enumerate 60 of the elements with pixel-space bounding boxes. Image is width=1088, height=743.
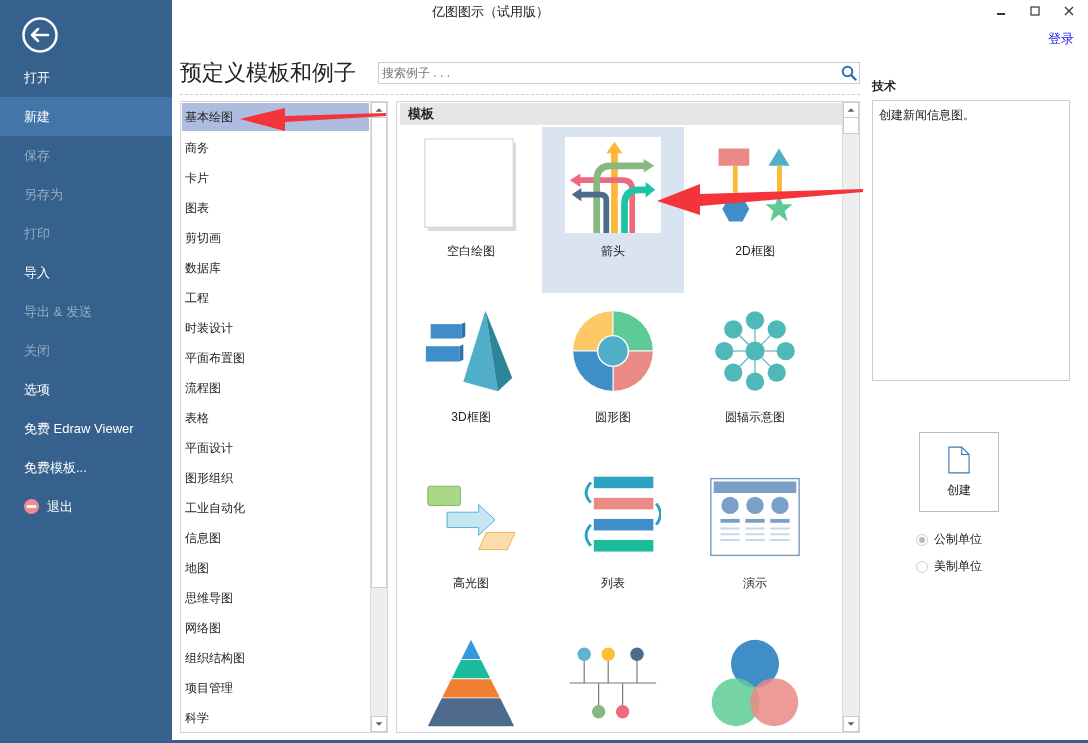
- unit-radio[interactable]: 美制单位: [916, 553, 1070, 580]
- description-text: 创建新闻信息图。: [879, 108, 975, 122]
- category-item[interactable]: 思维导图: [182, 583, 369, 613]
- template-item[interactable]: 圆形图: [542, 293, 684, 459]
- template-item[interactable]: 箭头: [542, 127, 684, 293]
- scroll-down-icon[interactable]: [371, 716, 387, 732]
- menu-item[interactable]: 新建: [0, 97, 172, 136]
- radio-icon[interactable]: [916, 533, 928, 546]
- category-item[interactable]: 商务: [182, 133, 369, 163]
- category-item[interactable]: 组织结构图: [182, 643, 369, 673]
- menu-item[interactable]: 免费 Edraw Viewer: [0, 409, 172, 448]
- scrollbar-thumb[interactable]: [843, 118, 859, 134]
- scrollbar[interactable]: [842, 102, 859, 732]
- document-icon: [948, 445, 970, 474]
- maximize-icon[interactable]: [1030, 6, 1040, 16]
- category-item[interactable]: 项目管理: [182, 673, 369, 703]
- category-item[interactable]: 平面布置图: [182, 343, 369, 373]
- radio-icon[interactable]: [916, 560, 928, 573]
- category-item[interactable]: 平面设计: [182, 433, 369, 463]
- unit-radio[interactable]: 公制单位: [916, 526, 1070, 553]
- category-item[interactable]: 流程图: [182, 373, 369, 403]
- category-item[interactable]: 网络图: [182, 613, 369, 643]
- template-item[interactable]: 列表: [542, 459, 684, 625]
- menu-item[interactable]: 免费模板...: [0, 448, 172, 487]
- template-item[interactable]: 高光图: [400, 459, 542, 625]
- category-item[interactable]: 时装设计: [182, 313, 369, 343]
- template-item[interactable]: 3D框图: [400, 293, 542, 459]
- menu-item[interactable]: 导入: [0, 253, 172, 292]
- template-item[interactable]: 圆辐示意图: [684, 293, 826, 459]
- search-field[interactable]: 搜索例子 . . .: [378, 62, 860, 84]
- category-item[interactable]: 剪切画: [182, 223, 369, 253]
- category-item[interactable]: 图形组织: [182, 463, 369, 493]
- window-title: 亿图图示（试用版）: [432, 3, 549, 21]
- page-heading: 预定义模板和例子: [180, 59, 356, 87]
- section-header: 模板: [400, 103, 842, 125]
- category-item[interactable]: 卡片: [182, 163, 369, 193]
- scroll-down-icon[interactable]: [843, 716, 859, 732]
- exit-icon: [24, 499, 39, 514]
- scrollbar[interactable]: [370, 102, 387, 732]
- category-item[interactable]: 数据库: [182, 253, 369, 283]
- scroll-up-icon[interactable]: [843, 102, 859, 118]
- create-button[interactable]: 创建: [919, 432, 999, 512]
- login-link[interactable]: 登录: [1048, 30, 1074, 48]
- category-item[interactable]: 信息图: [182, 523, 369, 553]
- category-item[interactable]: 地图: [182, 553, 369, 583]
- template-item[interactable]: 演示: [684, 459, 826, 625]
- category-item[interactable]: 工业自动化: [182, 493, 369, 523]
- close-icon[interactable]: [1064, 6, 1074, 16]
- details-heading: 技术: [872, 78, 897, 95]
- search-icon[interactable]: [841, 65, 857, 81]
- menu-item[interactable]: 选项: [0, 370, 172, 409]
- category-item[interactable]: 工程: [182, 283, 369, 313]
- menu-item[interactable]: 退出: [0, 487, 172, 526]
- menu-item[interactable]: 打开: [0, 58, 172, 97]
- template-item[interactable]: 2D框图: [684, 127, 826, 293]
- template-item[interactable]: 空白绘图: [400, 127, 542, 293]
- category-item[interactable]: 表格: [182, 403, 369, 433]
- category-item[interactable]: 科学: [182, 703, 369, 732]
- category-item[interactable]: 图表: [182, 193, 369, 223]
- scrollbar-thumb[interactable]: [371, 118, 387, 588]
